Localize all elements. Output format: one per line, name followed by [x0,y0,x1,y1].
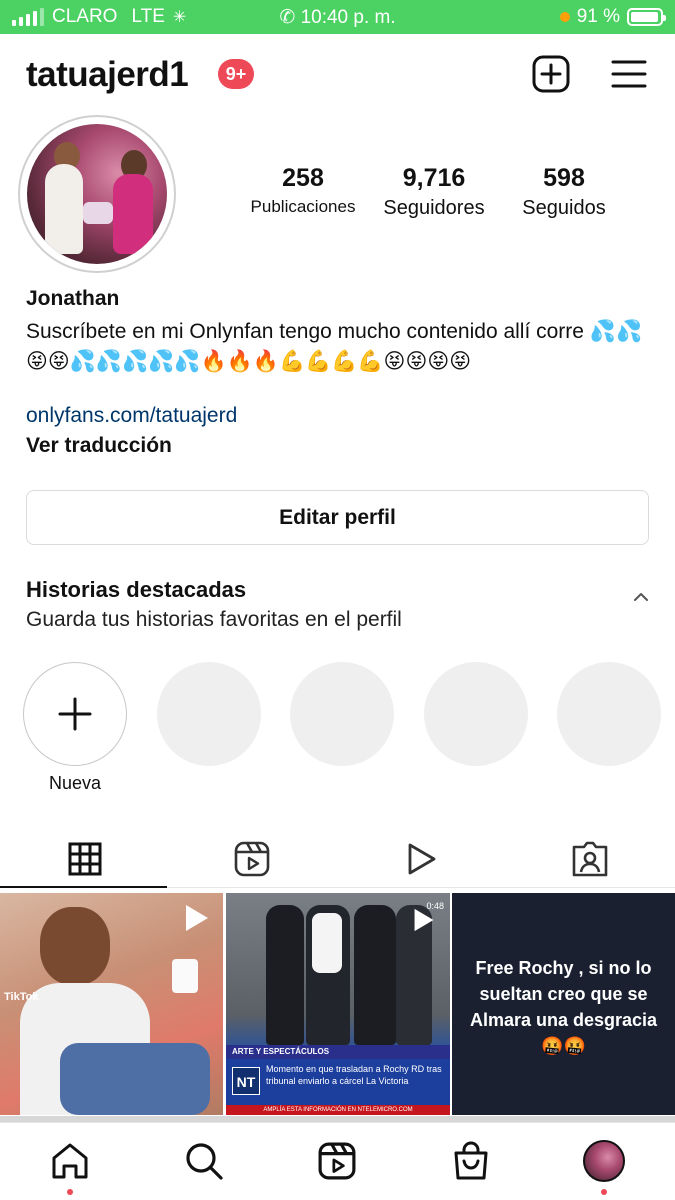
video-play-icon [408,843,435,875]
stat-posts[interactable]: 258 Publicaciones [243,164,363,217]
new-post-button[interactable] [531,54,571,94]
tiktok-watermark: TikTok [4,991,39,1003]
chevron-up-icon [634,593,648,601]
menu-button[interactable] [609,54,649,94]
active-tab-indicator [0,886,167,888]
grid-icon [68,842,101,876]
new-highlight-button[interactable] [23,662,127,766]
highlight-placeholder [290,662,394,766]
tagged-icon [572,841,607,877]
home-icon [52,1143,88,1179]
status-right: 91 % [559,6,666,28]
stat-posts-label: Publicaciones [250,197,356,216]
highlight-placeholder [424,662,528,766]
notification-badge[interactable]: 9+ [218,59,254,89]
post-thumbnail[interactable]: TikTok [0,893,223,1115]
profile-notification-dot [601,1189,607,1195]
news-logo: NT [232,1067,260,1095]
new-post-icon [532,55,570,93]
plus-icon [58,697,92,731]
highlights-title: Historias destacadas [26,577,247,602]
bottom-nav [0,1122,675,1200]
reel-play-icon [414,908,434,932]
stat-following[interactable]: 598 Seguidos [508,164,620,220]
nav-reels[interactable] [313,1137,361,1185]
status-bar: CLARO LTE ✳ ✆ 10:40 p. m. 91 % [0,0,675,34]
profile-username[interactable]: tatuajerd1 [26,55,189,95]
tab-divider [167,887,675,888]
stat-posts-value: 258 [282,164,324,192]
battery-icon [627,8,666,26]
news-banner: NT Momento en que trasladan a Rochy RD t… [226,1059,450,1105]
post-caption-text: Free Rochy , si no lo sueltan creo que s… [469,958,658,1056]
stat-following-value: 598 [543,164,585,192]
battery-percent: 91 % [576,6,620,27]
nav-search[interactable] [180,1137,228,1185]
nav-shop[interactable] [447,1137,495,1185]
profile-name: Jonathan [26,287,120,310]
news-headline: Momento en que trasladan a Rochy RD tras… [266,1064,442,1086]
reel-play-icon [186,905,208,931]
shop-icon [454,1141,488,1180]
mic-indicator-icon [559,12,570,22]
tab-videos[interactable] [336,829,505,889]
profile-bio: Suscríbete en mi Onlynfan tengo mucho co… [26,320,643,373]
collapse-highlights-button[interactable] [630,586,652,608]
search-icon [186,1143,223,1180]
highlights-subtitle: Guarda tus historias favoritas en el per… [26,608,402,631]
phone-icon: ✆ [279,7,296,28]
news-category: ARTE Y ESPECTÁCULOS [226,1045,450,1059]
profile-avatar[interactable] [27,124,167,264]
stat-following-label: Seguidos [522,197,606,219]
edit-profile-button[interactable]: Editar perfil [26,490,649,545]
new-highlight-label: Nueva [48,773,102,793]
highlight-placeholder [557,662,661,766]
tab-tagged[interactable] [505,829,674,889]
profile-link[interactable]: onlyfans.com/tatuajerd [26,404,656,428]
home-notification-dot [67,1189,73,1195]
tab-reels[interactable] [167,829,336,889]
nav-profile[interactable] [580,1137,628,1185]
reels-icon [318,1142,356,1180]
reels-icon [234,841,269,877]
translate-link[interactable]: Ver traducción [26,434,656,458]
stat-followers-label: Seguidores [383,197,485,219]
profile-avatar-small [583,1140,625,1182]
news-footer: AMPLÍA ESTA INFORMACIÓN EN NTELEMICRO.CO… [226,1105,450,1115]
status-time: 10:40 p. m. [300,7,396,28]
stat-followers-value: 9,716 [402,164,466,192]
stat-followers[interactable]: 9,716 Seguidores [373,164,495,220]
nav-home[interactable] [46,1137,94,1185]
tab-grid[interactable] [0,829,169,889]
highlight-placeholder [157,662,261,766]
post-thumbnail[interactable]: Free Rochy , si no lo sueltan creo que s… [452,893,675,1115]
menu-icon [611,60,647,88]
post-thumbnail[interactable]: 0:48 ARTE Y ESPECTÁCULOS NT Momento en q… [226,893,450,1115]
